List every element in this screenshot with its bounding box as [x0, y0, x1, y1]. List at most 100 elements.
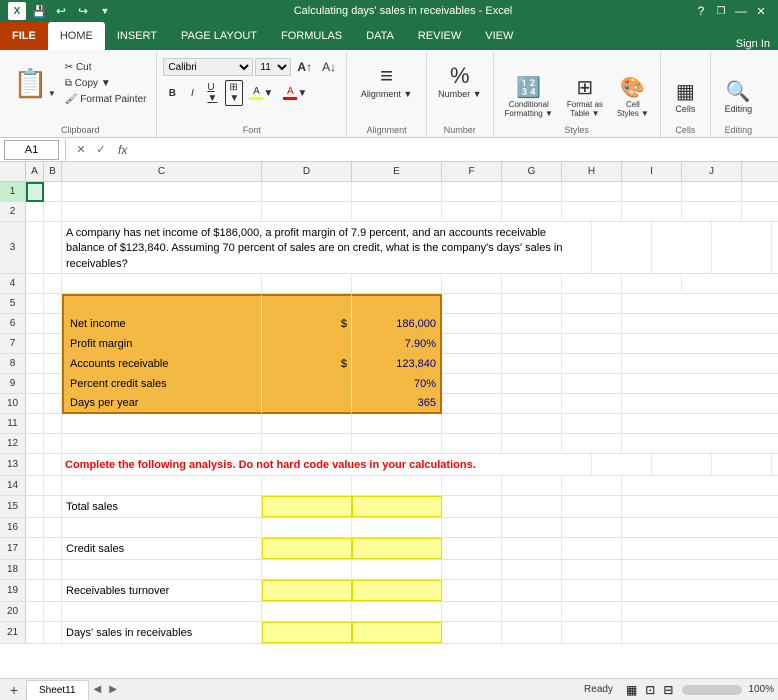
cell-b15[interactable]	[44, 496, 62, 517]
paste-dropdown-icon[interactable]: ▼	[48, 89, 56, 98]
cell-f13[interactable]	[592, 454, 652, 475]
add-sheet-btn[interactable]: +	[4, 680, 24, 700]
cancel-formula-btn[interactable]: ✕	[72, 141, 90, 159]
cell-b14[interactable]	[44, 476, 62, 496]
cell-d17[interactable]	[262, 538, 352, 559]
cell-d11[interactable]	[262, 414, 352, 434]
cell-g19[interactable]	[502, 580, 562, 601]
cell-h9[interactable]	[562, 374, 622, 394]
row-header-10[interactable]: 10	[0, 394, 26, 413]
cell-c1[interactable]	[62, 182, 262, 202]
tab-page-layout[interactable]: PAGE LAYOUT	[169, 22, 269, 50]
cell-e8[interactable]: 123,840	[352, 354, 442, 374]
cell-b3[interactable]	[44, 222, 62, 273]
cell-e1[interactable]	[352, 182, 442, 202]
cell-h20[interactable]	[562, 602, 622, 622]
cell-c5[interactable]	[62, 294, 262, 314]
cell-f1[interactable]	[442, 182, 502, 202]
conditional-formatting-btn[interactable]: 🔢 ConditionalFormatting ▼	[500, 72, 558, 121]
save-qat-btn[interactable]: 💾	[30, 2, 48, 20]
cell-a18[interactable]	[26, 560, 44, 580]
cell-f15[interactable]	[442, 496, 502, 517]
cell-d18[interactable]	[262, 560, 352, 580]
row-header-11[interactable]: 11	[0, 414, 26, 433]
cell-c13-instruction[interactable]: Complete the following analysis. Do not …	[62, 454, 592, 475]
cell-f11[interactable]	[442, 414, 502, 434]
col-header-g[interactable]: G	[502, 162, 562, 181]
cell-g9[interactable]	[502, 374, 562, 394]
fill-color-btn[interactable]: A▼	[245, 84, 277, 102]
cell-e10[interactable]: 365	[352, 394, 442, 414]
cell-h11[interactable]	[562, 414, 622, 434]
cell-b6[interactable]	[44, 314, 62, 334]
cell-g5[interactable]	[502, 294, 562, 314]
cell-g10[interactable]	[502, 394, 562, 414]
row-header-19[interactable]: 19	[0, 580, 26, 601]
cell-f8[interactable]	[442, 354, 502, 374]
cell-c2[interactable]	[62, 202, 262, 222]
cell-c11[interactable]	[62, 414, 262, 434]
cell-h6[interactable]	[562, 314, 622, 334]
cell-h2[interactable]	[562, 202, 622, 222]
cell-d7[interactable]	[262, 334, 352, 354]
row-header-1[interactable]: 1	[0, 182, 26, 201]
col-header-h[interactable]: H	[562, 162, 622, 181]
row-header-16[interactable]: 16	[0, 518, 26, 537]
row-header-5[interactable]: 5	[0, 294, 26, 313]
cell-c6[interactable]: Net income	[62, 314, 262, 334]
cell-c20[interactable]	[62, 602, 262, 622]
view-layout-btn[interactable]: ⊡	[642, 683, 658, 697]
tab-review[interactable]: REVIEW	[406, 22, 473, 50]
qat-dropdown-btn[interactable]: ▼	[96, 2, 114, 20]
paste-btn[interactable]: 📋 ▼	[10, 67, 59, 101]
cell-d16[interactable]	[262, 518, 352, 538]
cell-e20[interactable]	[352, 602, 442, 622]
cell-g18[interactable]	[502, 560, 562, 580]
cell-e15[interactable]	[352, 496, 442, 517]
cell-i1[interactable]	[622, 182, 682, 202]
cell-g11[interactable]	[502, 414, 562, 434]
cell-a2[interactable]	[26, 202, 44, 222]
cell-d1[interactable]	[262, 182, 352, 202]
cell-e12[interactable]	[352, 434, 442, 454]
cell-f7[interactable]	[442, 334, 502, 354]
cell-e18[interactable]	[352, 560, 442, 580]
row-header-9[interactable]: 9	[0, 374, 26, 393]
cell-reference-box[interactable]	[4, 140, 59, 160]
cell-g1[interactable]	[502, 182, 562, 202]
cell-b8[interactable]	[44, 354, 62, 374]
tab-file[interactable]: FILE	[0, 22, 48, 50]
cell-b20[interactable]	[44, 602, 62, 622]
cell-g12[interactable]	[502, 434, 562, 454]
format-painter-btn[interactable]: 🖌 Format Painter	[61, 92, 151, 107]
row-header-4[interactable]: 4	[0, 274, 26, 293]
cell-a5[interactable]	[26, 294, 44, 314]
confirm-formula-btn[interactable]: ✓	[92, 141, 110, 159]
cell-b11[interactable]	[44, 414, 62, 434]
cell-h3[interactable]	[712, 222, 772, 273]
font-size-select[interactable]: 11	[255, 58, 291, 76]
cell-g8[interactable]	[502, 354, 562, 374]
minimize-btn[interactable]: —	[732, 2, 750, 20]
cell-c18[interactable]	[62, 560, 262, 580]
cell-g15[interactable]	[502, 496, 562, 517]
row-header-21[interactable]: 21	[0, 622, 26, 643]
tab-insert[interactable]: INSERT	[105, 22, 169, 50]
sheet-nav-right[interactable]: ▶	[106, 684, 120, 695]
cell-a12[interactable]	[26, 434, 44, 454]
cell-i4[interactable]	[622, 274, 682, 294]
cell-f20[interactable]	[442, 602, 502, 622]
cell-c17[interactable]: Credit sales	[62, 538, 262, 559]
cell-b9[interactable]	[44, 374, 62, 394]
cell-c3[interactable]: A company has net income of $186,000, a …	[62, 222, 592, 273]
col-header-j[interactable]: J	[682, 162, 742, 181]
select-all-btn[interactable]	[0, 162, 26, 181]
cell-styles-btn[interactable]: 🎨 CellStyles ▼	[612, 72, 654, 121]
cell-a16[interactable]	[26, 518, 44, 538]
col-header-c[interactable]: C	[62, 162, 262, 181]
zoom-slider[interactable]	[682, 685, 742, 695]
cell-c10[interactable]: Days per year	[62, 394, 262, 414]
redo-qat-btn[interactable]: ↪	[74, 2, 92, 20]
cell-a15[interactable]	[26, 496, 44, 517]
cell-f19[interactable]	[442, 580, 502, 601]
